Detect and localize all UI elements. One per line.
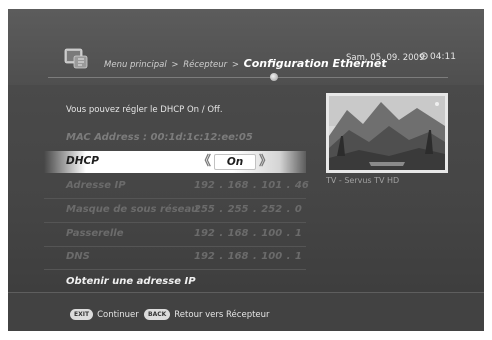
ip-address-label: Adresse IP [66, 180, 126, 191]
dhcp-value: On [214, 154, 257, 170]
row-divider [44, 222, 306, 223]
dns-label: DNS [66, 251, 90, 262]
obtain-ip-button[interactable]: Obtenir une adresse IP [66, 276, 196, 287]
breadcrumb-receiver: Récepteur [183, 60, 228, 70]
chevron-left-icon[interactable]: 《 [198, 154, 211, 170]
channel-name: TV - Servus TV HD [326, 176, 400, 185]
preview-image [329, 96, 445, 170]
gateway-row[interactable]: Passerelle 192 . 168 . 100 . 1 [66, 228, 306, 244]
breadcrumb-separator: > [231, 60, 239, 70]
exit-label: Continuer [97, 309, 139, 320]
help-text: Vous pouvez régler le DHCP On / Off. [66, 105, 223, 115]
exit-button[interactable]: EXIT Continuer [70, 309, 139, 320]
dns-row[interactable]: DNS 192 . 168 . 100 . 1 [66, 251, 306, 267]
clock-icon [420, 52, 428, 60]
breadcrumb-separator: > [171, 60, 179, 70]
header-bar: Menu principal > Récepteur > Configurati… [8, 9, 484, 85]
breadcrumb-root: Menu principal [104, 60, 167, 70]
mac-address: MAC Address : 00:1d:1c:12:ee:05 [66, 132, 253, 143]
row-divider [44, 246, 306, 247]
exit-key-icon: EXIT [70, 309, 94, 320]
date-display: Sam, 05. 09. 2009 [346, 53, 425, 63]
subnet-mask-value: 255 . 255 . 252 . 0 [194, 204, 302, 215]
dhcp-label: DHCP [66, 155, 99, 167]
ip-address-row[interactable]: Adresse IP 192 . 168 . 101 . 46 [66, 180, 309, 196]
back-button[interactable]: BACK Retour vers Récepteur [144, 309, 270, 320]
gateway-value: 192 . 168 . 100 . 1 [194, 228, 302, 239]
time-value: 04:11 [430, 52, 456, 62]
row-divider [44, 269, 306, 270]
chevron-right-icon[interactable]: 》 [259, 154, 272, 170]
subnet-mask-row[interactable]: Masque de sous réseau 255 . 255 . 252 . … [66, 204, 306, 220]
clock-display: 04:11 [420, 52, 456, 62]
tv-screen: Menu principal > Récepteur > Configurati… [8, 9, 484, 331]
breadcrumb: Menu principal > Récepteur > Configurati… [104, 57, 387, 70]
settings-menu-icon [64, 48, 88, 69]
ip-address-value: 192 . 168 . 101 . 46 [194, 180, 309, 191]
dhcp-selector[interactable]: 《 On 》 [198, 154, 272, 170]
dns-value: 192 . 168 . 100 . 1 [194, 251, 302, 262]
tv-preview [326, 93, 448, 173]
gateway-label: Passerelle [66, 228, 124, 239]
subnet-mask-label: Masque de sous réseau [66, 204, 199, 215]
header-indicator-dot [270, 73, 278, 81]
row-divider [44, 198, 306, 199]
back-key-icon: BACK [144, 309, 171, 320]
header-divider [48, 77, 448, 78]
back-label: Retour vers Récepteur [174, 309, 270, 320]
dhcp-row[interactable]: DHCP 《 On 》 [44, 151, 306, 173]
footer-bar: EXIT Continuer BACK Retour vers Récepteu… [8, 293, 484, 331]
